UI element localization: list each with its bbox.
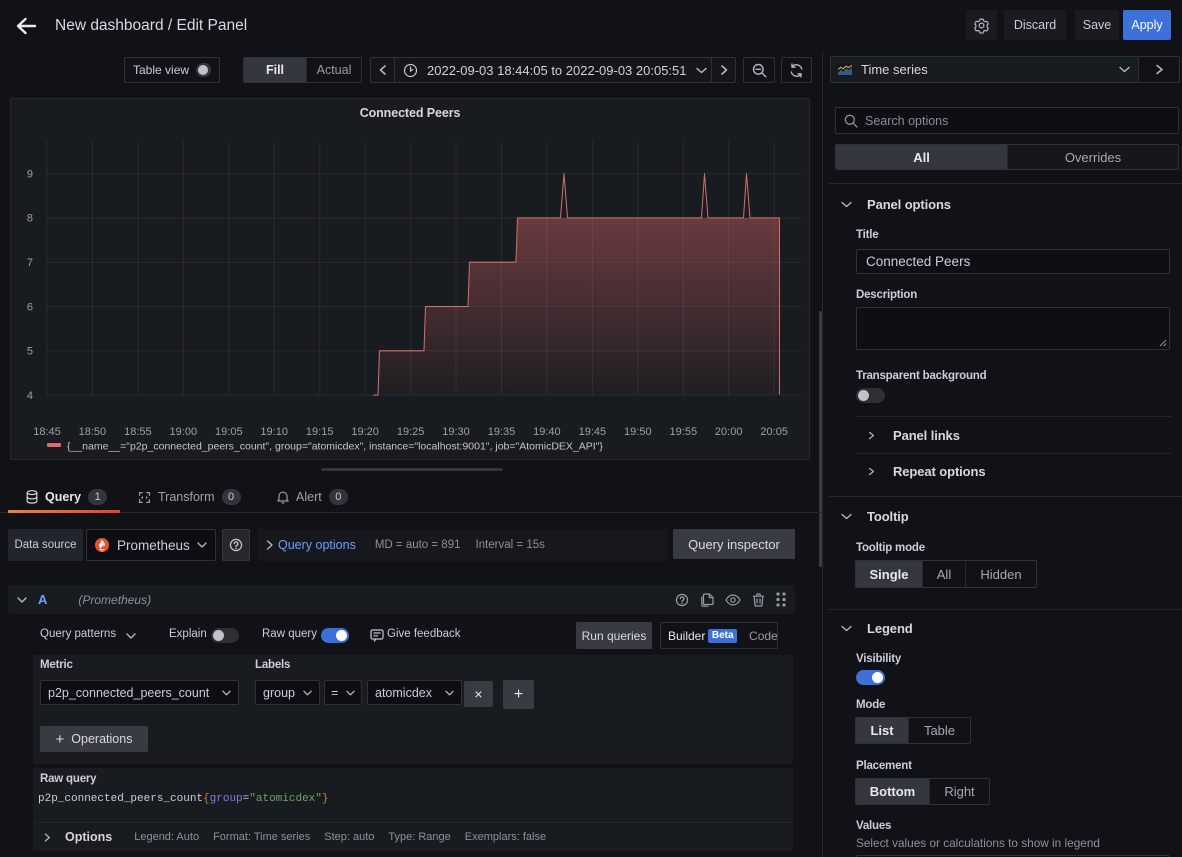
svg-text:18:50: 18:50 (79, 426, 107, 438)
svg-text:19:40: 19:40 (533, 426, 561, 438)
svg-text:20:05: 20:05 (760, 426, 788, 438)
svg-text:6: 6 (27, 301, 33, 313)
svg-text:19:15: 19:15 (306, 426, 334, 438)
svg-text:19:20: 19:20 (351, 426, 379, 438)
svg-text:8: 8 (27, 213, 33, 225)
svg-text:19:45: 19:45 (579, 426, 607, 438)
svg-text:19:25: 19:25 (397, 426, 425, 438)
svg-text:7: 7 (27, 257, 33, 269)
svg-text:19:10: 19:10 (260, 426, 288, 438)
svg-text:19:05: 19:05 (215, 426, 243, 438)
svg-text:19:55: 19:55 (670, 426, 698, 438)
svg-text:{__name__="p2p_connected_peers: {__name__="p2p_connected_peers_count", g… (67, 441, 603, 453)
svg-text:9: 9 (27, 168, 33, 180)
svg-text:20:00: 20:00 (715, 426, 743, 438)
svg-text:19:00: 19:00 (170, 426, 198, 438)
svg-text:19:30: 19:30 (442, 426, 470, 438)
svg-text:19:35: 19:35 (488, 426, 516, 438)
svg-text:19:50: 19:50 (624, 426, 652, 438)
svg-text:18:45: 18:45 (33, 426, 61, 438)
svg-text:18:55: 18:55 (124, 426, 152, 438)
svg-text:4: 4 (27, 390, 33, 402)
svg-text:5: 5 (27, 346, 33, 358)
